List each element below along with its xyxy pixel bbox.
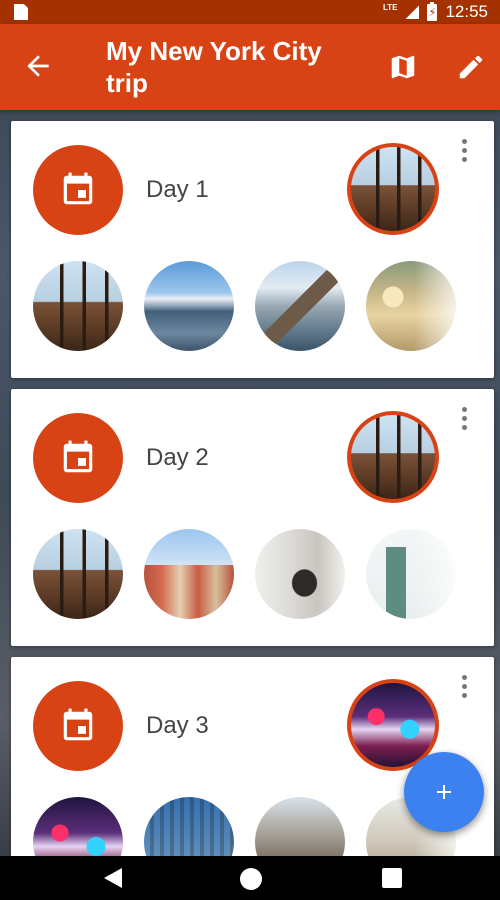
calendar-button[interactable] [33,145,123,235]
more-options-icon[interactable] [455,139,473,169]
calendar-icon [63,440,93,473]
lake-photo[interactable] [144,261,234,351]
day-label: Day 2 [146,444,209,471]
back-arrow-icon[interactable] [22,50,54,82]
clock: 12:55 [445,2,488,21]
ellis-island-photo[interactable] [144,529,234,619]
calendar-button[interactable] [33,413,123,503]
plus-icon [437,785,451,799]
photo-strip-fade [414,251,494,361]
signal-icon [405,5,420,19]
map-icon[interactable] [388,52,418,82]
photo-strip-fade [414,519,494,629]
day-label: Day 3 [146,712,209,739]
cover-photo[interactable] [347,143,439,235]
navigation-bar [0,856,500,900]
bridge-photo[interactable] [255,261,345,351]
day-label: Day 1 [146,176,209,203]
more-options-icon[interactable] [455,675,473,705]
add-day-button[interactable] [404,752,484,832]
calendar-icon [63,172,93,205]
calendar-button[interactable] [33,681,123,771]
day-card-1[interactable]: Day 1 [11,121,494,378]
page-title: My New York City trip [106,36,322,98]
museum-photo[interactable] [255,529,345,619]
calendar-icon [63,708,93,741]
home-circle-icon[interactable] [240,868,262,890]
sim-card-icon [14,4,28,20]
edit-icon[interactable] [456,52,486,82]
photo-strip [33,261,456,351]
app-bar: My New York City trip [0,24,500,110]
back-triangle-icon[interactable] [104,868,122,888]
more-options-icon[interactable] [455,407,473,437]
status-bar: LTE ⚡ 12:55 [0,0,500,24]
battery-icon: ⚡ [427,1,438,21]
network-type: LTE [382,2,398,12]
restaurant-view-photo[interactable] [33,261,123,351]
cover-photo[interactable] [347,411,439,503]
photo-strip [33,529,456,619]
restaurant-view-photo[interactable] [33,529,123,619]
recents-square-icon[interactable] [382,868,402,888]
day-card-2[interactable]: Day 2 [11,389,494,646]
